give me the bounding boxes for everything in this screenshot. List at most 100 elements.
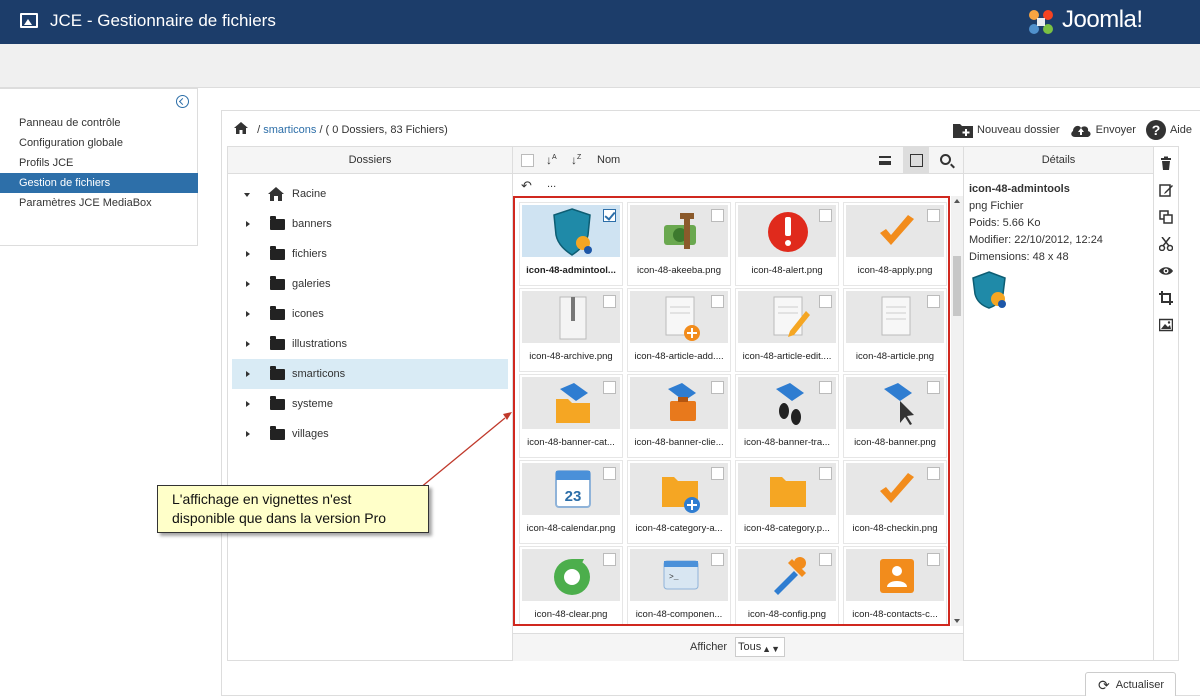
folder-systeme[interactable]: systeme — [232, 389, 508, 419]
file-checkbox[interactable] — [711, 209, 724, 222]
new-folder-label: Nouveau dossier — [977, 124, 1060, 136]
category-icon — [770, 477, 806, 507]
file-checkbox[interactable] — [603, 381, 616, 394]
folder-icones[interactable]: icones — [232, 299, 508, 329]
sort-ascending-icon[interactable]: ↓A — [546, 153, 557, 167]
file-checkbox[interactable] — [927, 381, 940, 394]
scroll-down-icon[interactable] — [954, 619, 960, 623]
expand-icon[interactable] — [246, 311, 250, 317]
file-thumbnail[interactable]: icon-48-category-a... — [627, 460, 731, 544]
name-column-label[interactable]: Nom — [597, 154, 620, 166]
upload-button[interactable]: Envoyer — [1070, 122, 1136, 138]
callout-line-1: L'affichage en vignettes n'est — [172, 491, 352, 507]
file-thumbnail[interactable]: icon-48-banner.png — [843, 374, 947, 458]
file-checkbox[interactable] — [819, 381, 832, 394]
file-checkbox[interactable] — [819, 295, 832, 308]
file-thumbnail[interactable]: icon-48-contacts-c... — [843, 546, 947, 624]
refresh-button[interactable]: ⟳ Actualiser — [1085, 672, 1176, 696]
file-checkbox[interactable] — [927, 553, 940, 566]
file-thumbnail[interactable]: icon-48-category.p... — [735, 460, 839, 544]
file-checkbox[interactable] — [819, 467, 832, 480]
file-checkbox[interactable] — [711, 467, 724, 480]
folder-fichiers[interactable]: fichiers — [232, 239, 508, 269]
file-checkbox[interactable] — [603, 467, 616, 480]
edit-icon[interactable] — [1159, 183, 1173, 197]
sort-descending-icon[interactable]: ↓Z — [571, 153, 581, 167]
file-thumbnail[interactable]: 23 icon-48-calendar.png — [519, 460, 623, 544]
folder-villages[interactable]: villages — [232, 419, 508, 449]
file-checkbox[interactable] — [603, 295, 616, 308]
contacts-icon — [880, 559, 914, 593]
copy-icon[interactable] — [1159, 210, 1173, 224]
expand-icon[interactable] — [246, 341, 250, 347]
thumbnail-view-icon[interactable] — [903, 147, 929, 173]
file-thumbnail[interactable]: icon-48-banner-tra... — [735, 374, 839, 458]
file-checkbox[interactable] — [819, 209, 832, 222]
sidebar-item-file-manager[interactable]: Gestion de fichiers — [0, 173, 198, 193]
scroll-thumb[interactable] — [953, 256, 961, 316]
select-all-checkbox[interactable] — [521, 154, 534, 167]
file-thumbnail[interactable]: icon-48-akeeba.png — [627, 202, 731, 286]
file-thumbnail[interactable]: icon-48-alert.png — [735, 202, 839, 286]
expand-icon[interactable] — [246, 251, 250, 257]
show-select[interactable]: Tous ▲▼ — [735, 637, 785, 657]
sidebar-item-jce-profiles[interactable]: Profils JCE — [0, 153, 198, 173]
file-thumbnail[interactable]: icon-48-admintool... — [519, 202, 623, 286]
file-checkbox[interactable] — [927, 295, 940, 308]
cut-icon[interactable] — [1159, 237, 1173, 251]
sidebar-menu: Panneau de contrôle Configuration global… — [0, 113, 198, 213]
file-checkbox[interactable] — [927, 467, 940, 480]
folder-illustrations[interactable]: illustrations — [232, 329, 508, 359]
delete-icon[interactable] — [1159, 156, 1173, 170]
file-thumbnail[interactable]: icon-48-article-edit.... — [735, 288, 839, 372]
file-thumbnail[interactable]: icon-48-banner-clie... — [627, 374, 731, 458]
crop-icon[interactable] — [1159, 291, 1173, 305]
file-thumbnail[interactable]: icon-48-clear.png — [519, 546, 623, 624]
sidebar-item-global-config[interactable]: Configuration globale — [0, 133, 198, 153]
files-scrollbar[interactable] — [951, 196, 963, 626]
breadcrumb-folder-link[interactable]: smarticons — [263, 124, 316, 136]
file-thumbnail[interactable]: icon-48-checkin.png — [843, 460, 947, 544]
sidebar-item-mediabox-settings[interactable]: Paramètres JCE MediaBox — [0, 193, 198, 213]
parent-folder-row[interactable]: ↶ ... — [513, 174, 953, 196]
folder-icon — [270, 216, 285, 230]
back-arrow-icon[interactable]: ↶ — [521, 178, 532, 194]
file-checkbox[interactable] — [711, 381, 724, 394]
expand-icon[interactable] — [244, 193, 250, 197]
home-icon[interactable] — [234, 122, 248, 134]
image-edit-icon[interactable] — [1159, 318, 1173, 332]
file-thumbnail[interactable]: >_ icon-48-componen... — [627, 546, 731, 624]
scroll-up-icon[interactable] — [954, 199, 960, 203]
folder-root[interactable]: Racine — [232, 179, 508, 209]
search-icon[interactable] — [940, 154, 951, 165]
file-thumbnail[interactable]: icon-48-apply.png — [843, 202, 947, 286]
preview-eye-icon[interactable] — [1159, 264, 1173, 278]
file-checkbox[interactable] — [711, 295, 724, 308]
expand-icon[interactable] — [246, 371, 250, 377]
file-thumbnail[interactable]: icon-48-config.png — [735, 546, 839, 624]
file-checkbox[interactable] — [819, 553, 832, 566]
help-button[interactable]: ? Aide — [1145, 120, 1192, 140]
file-checkbox[interactable] — [603, 553, 616, 566]
file-thumbnail[interactable]: icon-48-banner-cat... — [519, 374, 623, 458]
callout-line-2: disponible que dans la version Pro — [172, 510, 387, 526]
expand-icon[interactable] — [246, 281, 250, 287]
sidebar-item-control-panel[interactable]: Panneau de contrôle — [0, 113, 198, 133]
help-icon: ? — [1145, 120, 1166, 140]
file-thumbnail[interactable]: icon-48-archive.png — [519, 288, 623, 372]
file-thumbnail[interactable]: icon-48-article-add.... — [627, 288, 731, 372]
expand-icon[interactable] — [246, 221, 250, 227]
expand-icon[interactable] — [246, 401, 250, 407]
file-thumbnail[interactable]: icon-48-article.png — [843, 288, 947, 372]
file-checkbox[interactable] — [603, 209, 616, 222]
folder-banners[interactable]: banners — [232, 209, 508, 239]
folder-smarticons[interactable]: smarticons — [232, 359, 508, 389]
file-checkbox[interactable] — [711, 553, 724, 566]
expand-icon[interactable] — [246, 431, 250, 437]
file-checkbox[interactable] — [927, 209, 940, 222]
folder-galeries[interactable]: galeries — [232, 269, 508, 299]
new-folder-button[interactable]: Nouveau dossier — [953, 122, 1060, 138]
show-select-value: Tous — [738, 641, 762, 653]
list-view-icon[interactable] — [879, 156, 891, 165]
collapse-sidebar-icon[interactable] — [176, 95, 189, 108]
